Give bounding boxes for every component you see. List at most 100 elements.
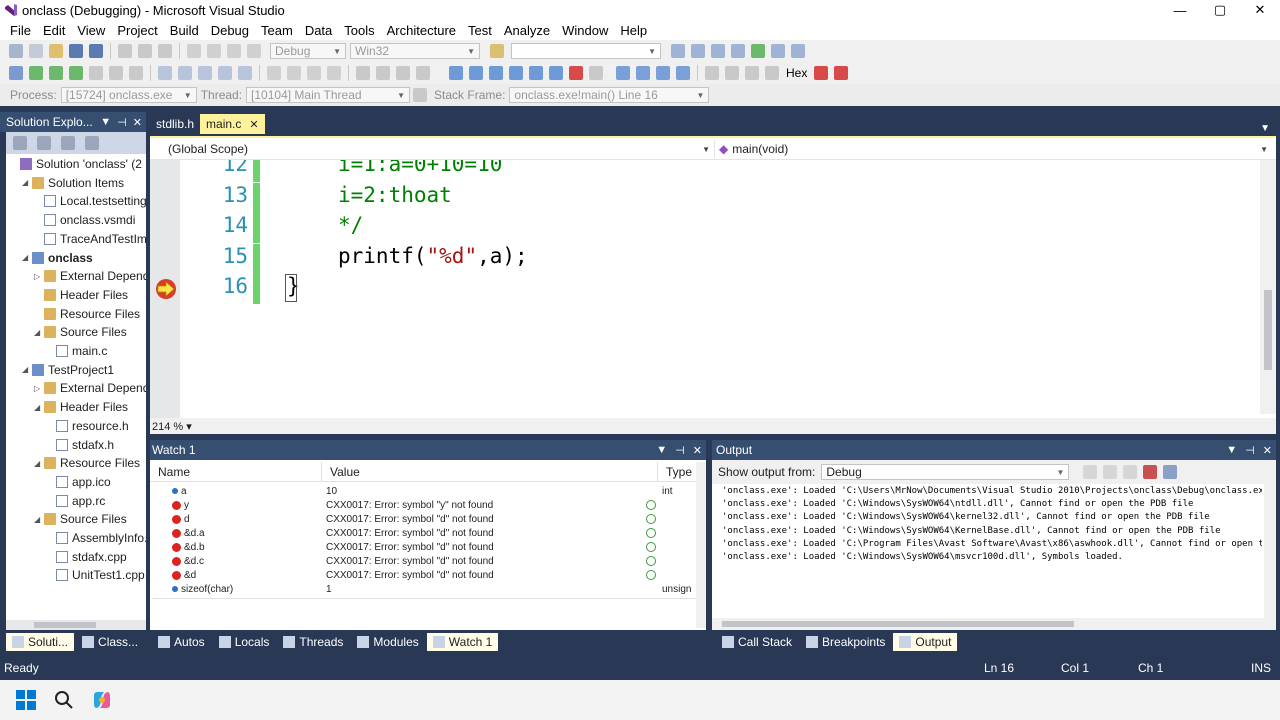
step-into-icon[interactable] [49, 66, 63, 80]
debug-tab[interactable]: Locals [213, 633, 276, 651]
run-to-cursor-icon[interactable] [765, 66, 779, 80]
breakpoint-dropdown-icon[interactable] [834, 66, 849, 80]
bookmark-icon[interactable] [267, 66, 281, 80]
watch-row[interactable]: &d.a CXX0017: Error: symbol "d" not found [152, 526, 696, 540]
pin-icon[interactable]: ⊣ [675, 444, 685, 457]
tree-item[interactable]: main.c [46, 342, 107, 360]
tree-item[interactable]: Resource Files [34, 305, 140, 323]
windows-start-icon[interactable] [14, 688, 38, 712]
copy-icon[interactable] [138, 44, 152, 58]
tree-item[interactable]: ◢ Source Files [34, 323, 127, 341]
debug-tab[interactable]: Watch 1 [426, 633, 499, 651]
paste-icon[interactable] [158, 44, 172, 58]
document-tab[interactable]: main.c ✕ [200, 114, 265, 134]
solution-tab[interactable]: Class... [76, 633, 144, 651]
watch-name[interactable]: sizeof(char) [181, 584, 233, 595]
new-project-icon[interactable] [9, 44, 23, 58]
list-members-icon[interactable] [376, 66, 390, 80]
locals-window-icon[interactable] [469, 66, 483, 80]
align-icon[interactable] [356, 66, 370, 80]
output-text[interactable]: 'onclass.exe': Loaded 'C:\Users\MrNow\Do… [722, 486, 1262, 565]
pin-icon[interactable]: ⊣ [1245, 444, 1255, 457]
output-horizontal-scrollbar[interactable] [712, 618, 1276, 630]
refresh-value-icon[interactable] [646, 542, 656, 552]
undo-icon[interactable] [187, 44, 201, 58]
expand-toggle-icon[interactable]: ◢ [22, 253, 32, 262]
tree-item[interactable]: TraceAndTestImpa [34, 230, 146, 248]
watch-value[interactable]: CXX0017: Error: symbol "y" not found [326, 500, 493, 511]
output-tab[interactable]: Call Stack [716, 633, 798, 651]
solution-platform-combo[interactable]: Win32 ▼ [350, 43, 480, 59]
zoom-combo[interactable]: 214 % ▾ [150, 420, 202, 433]
show-next-statement-icon[interactable] [109, 66, 123, 80]
watch-value[interactable]: CXX0017: Error: symbol "d" not found [326, 528, 494, 539]
quick-info-icon[interactable] [416, 66, 430, 80]
exception-icon[interactable] [814, 66, 829, 80]
class-diagram-icon[interactable] [85, 136, 99, 150]
navigate-back-icon[interactable] [227, 44, 241, 58]
menu-file[interactable]: File [4, 23, 37, 38]
code-line[interactable]: 14 */ [150, 213, 1260, 243]
watch-row[interactable]: sizeof(char) 1 unsign [152, 582, 696, 596]
tree-item[interactable]: stdafx.h [46, 436, 114, 454]
tree-item[interactable]: ◢ Header Files [34, 398, 128, 416]
active-files-dropdown-icon[interactable]: ▼ [1260, 123, 1276, 134]
tree-item[interactable]: AssemblyInfo.c [46, 529, 146, 547]
search-icon[interactable] [52, 688, 76, 712]
stop-debugging-icon[interactable] [656, 66, 670, 80]
watch-value[interactable]: 10 [326, 486, 337, 497]
menu-architecture[interactable]: Architecture [381, 23, 462, 38]
menu-help[interactable]: Help [614, 23, 653, 38]
previous-message-icon[interactable] [1103, 465, 1118, 479]
hex-display-icon[interactable] [129, 66, 143, 80]
menu-test[interactable]: Test [462, 23, 498, 38]
watch-scrollbar[interactable] [696, 462, 706, 628]
tree-item[interactable]: ◢ onclass [22, 249, 93, 267]
code-area[interactable]: 12 i=1:a=0+10=10 13 i=2:thoat 14 */ 15 printf("… [150, 160, 1260, 418]
continue-debug-icon[interactable] [616, 66, 630, 80]
find-in-files-icon[interactable] [490, 44, 504, 58]
prev-bookmark-icon[interactable] [287, 66, 301, 80]
expand-toggle-icon[interactable]: ▷ [34, 272, 44, 281]
menu-build[interactable]: Build [164, 23, 205, 38]
editor-vertical-scrollbar[interactable] [1260, 160, 1276, 414]
outdent-icon[interactable] [198, 66, 212, 80]
watch-name[interactable]: d [184, 514, 190, 525]
column-value[interactable]: Value [322, 462, 658, 481]
toolbox-icon[interactable] [731, 44, 745, 58]
watch-value[interactable]: CXX0017: Error: symbol "d" not found [326, 514, 494, 525]
menu-team[interactable]: Team [255, 23, 299, 38]
tree-item[interactable]: app.ico [46, 473, 111, 491]
find-combo[interactable]: ▼ [511, 43, 661, 59]
tree-item[interactable]: resource.h [46, 417, 129, 435]
function-combo[interactable]: ◆ main(void) ▼ [714, 140, 1270, 158]
continue-icon[interactable] [29, 66, 43, 80]
solution-tab[interactable]: Soluti... [6, 633, 75, 651]
close-tab-icon[interactable]: ✕ [249, 118, 258, 131]
redo-icon[interactable] [207, 44, 221, 58]
process-combo[interactable]: [15724] onclass.exe ▼ [60, 87, 197, 103]
save-all-icon[interactable] [89, 44, 103, 58]
watch-row[interactable]: &d CXX0017: Error: symbol "d" not found [152, 568, 696, 582]
code-text[interactable]: printf("%d",a); [338, 244, 528, 268]
watch-value[interactable]: CXX0017: Error: symbol "d" not found [326, 570, 494, 581]
find-message-icon[interactable] [1083, 465, 1098, 479]
tree-item[interactable]: ◢ Resource Files [34, 454, 140, 472]
debug-tab[interactable]: Autos [152, 633, 211, 651]
comment-icon[interactable] [218, 66, 232, 80]
parameter-info-icon[interactable] [396, 66, 410, 80]
show-all-files-icon[interactable] [37, 136, 51, 150]
tree-item[interactable]: ▷ External Depende [34, 267, 146, 285]
refresh-icon[interactable] [61, 136, 75, 150]
expand-toggle-icon[interactable]: ◢ [34, 459, 44, 468]
debug-tab[interactable]: Modules [351, 633, 424, 651]
watch-name[interactable]: &d [184, 570, 196, 581]
output-source-combo[interactable]: Debug ▼ [821, 464, 1070, 480]
code-editor[interactable]: (Global Scope) ▼ ◆ main(void) ▼ 12 i=1:a=0+1… [150, 136, 1276, 434]
delete-breakpoints-icon[interactable] [569, 66, 583, 80]
watch-window-icon[interactable] [489, 66, 503, 80]
tree-item[interactable]: ◢ TestProject1 [22, 361, 114, 379]
tree-item[interactable]: Header Files [34, 286, 128, 304]
extension-manager-icon[interactable] [751, 44, 765, 58]
close-window-button[interactable]: ✕ [1240, 0, 1280, 20]
